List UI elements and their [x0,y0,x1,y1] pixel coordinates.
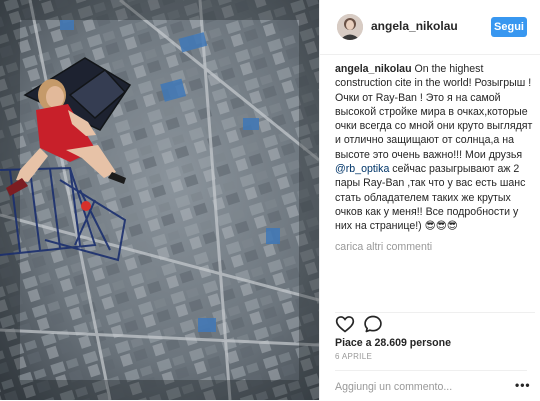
heart-icon[interactable] [335,314,355,334]
caption-mention-link[interactable]: @rb_optika [335,163,389,175]
post-date: 6 APRILE [335,352,373,361]
load-more-comments-link[interactable]: carica altri commenti [335,240,533,254]
follow-button[interactable]: Segui [491,17,527,37]
post-header: angela_nikolau Segui [320,0,540,55]
caption-text-part-1: On the highest construction cite in the … [335,63,533,161]
header-username[interactable]: angela_nikolau [371,19,458,33]
comment-box: ••• [335,370,530,401]
comment-icon[interactable] [363,314,383,334]
add-comment-input[interactable] [335,379,495,395]
post-sidebar: angela_nikolau Segui angela_nikolau On t… [319,0,540,400]
more-options-icon[interactable]: ••• [515,379,531,391]
post-photo[interactable] [0,0,319,400]
comments-section: angela_nikolau On the highest constructi… [335,62,533,254]
avatar[interactable] [337,14,363,40]
caption: angela_nikolau On the highest constructi… [335,62,533,234]
action-bar [335,312,535,335]
aerial-city-photo [0,0,319,400]
avatar-image [337,14,363,40]
caption-username[interactable]: angela_nikolau [335,63,412,75]
likes-count[interactable]: Piace a 28.609 persone [335,337,451,349]
